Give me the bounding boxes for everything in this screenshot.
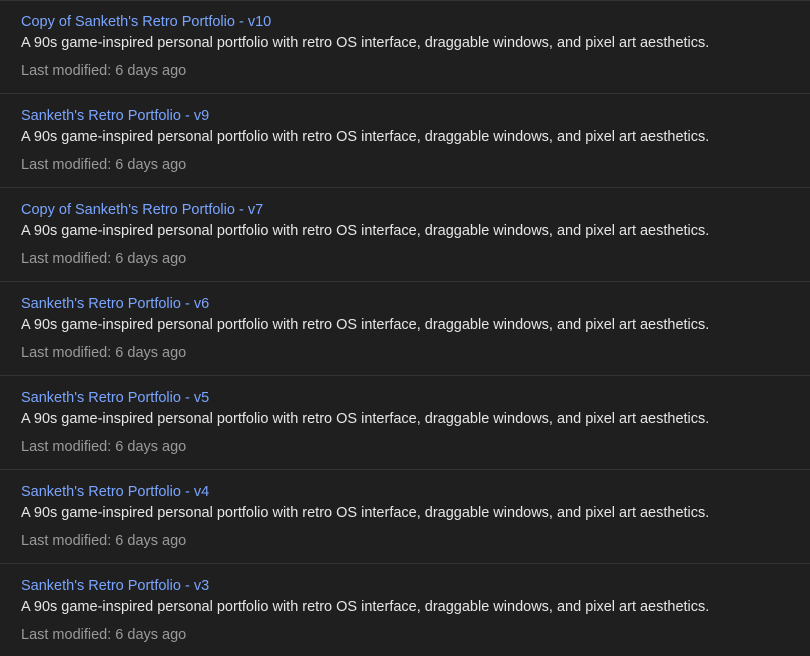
project-last-modified: Last modified: 6 days ago	[21, 627, 187, 643]
project-description: A 90s game-inspired personal portfolio w…	[21, 223, 710, 239]
project-title-link[interactable]: Sanketh's Retro Portfolio - v6	[21, 294, 790, 314]
project-list-item[interactable]: Sanketh's Retro Portfolio - v5 A 90s gam…	[0, 376, 810, 470]
project-description: A 90s game-inspired personal portfolio w…	[21, 411, 710, 427]
project-description: A 90s game-inspired personal portfolio w…	[21, 317, 710, 333]
project-list-item[interactable]: Sanketh's Retro Portfolio - v4 A 90s gam…	[0, 470, 810, 564]
project-last-modified: Last modified: 6 days ago	[21, 345, 187, 361]
project-list: Copy of Sanketh's Retro Portfolio - v10 …	[0, 0, 810, 656]
project-list-item[interactable]: Sanketh's Retro Portfolio - v6 A 90s gam…	[0, 282, 810, 376]
project-list-item[interactable]: Copy of Sanketh's Retro Portfolio - v7 A…	[0, 188, 810, 282]
project-description: A 90s game-inspired personal portfolio w…	[21, 129, 710, 145]
project-title-link[interactable]: Sanketh's Retro Portfolio - v5	[21, 388, 790, 408]
project-title-link[interactable]: Copy of Sanketh's Retro Portfolio - v10	[21, 12, 790, 32]
project-description: A 90s game-inspired personal portfolio w…	[21, 599, 710, 615]
project-description: A 90s game-inspired personal portfolio w…	[21, 505, 710, 521]
project-list-item[interactable]: Sanketh's Retro Portfolio - v3 A 90s gam…	[0, 564, 810, 656]
project-last-modified: Last modified: 6 days ago	[21, 439, 187, 455]
project-last-modified: Last modified: 6 days ago	[21, 533, 187, 549]
project-title-link[interactable]: Copy of Sanketh's Retro Portfolio - v7	[21, 200, 790, 220]
project-title-link[interactable]: Sanketh's Retro Portfolio - v3	[21, 576, 790, 596]
project-description: A 90s game-inspired personal portfolio w…	[21, 35, 710, 51]
project-title-link[interactable]: Sanketh's Retro Portfolio - v4	[21, 482, 790, 502]
project-last-modified: Last modified: 6 days ago	[21, 63, 187, 79]
project-list-item[interactable]: Sanketh's Retro Portfolio - v9 A 90s gam…	[0, 94, 810, 188]
project-title-link[interactable]: Sanketh's Retro Portfolio - v9	[21, 106, 790, 126]
project-list-item[interactable]: Copy of Sanketh's Retro Portfolio - v10 …	[0, 1, 810, 94]
project-last-modified: Last modified: 6 days ago	[21, 251, 187, 267]
project-last-modified: Last modified: 6 days ago	[21, 157, 187, 173]
